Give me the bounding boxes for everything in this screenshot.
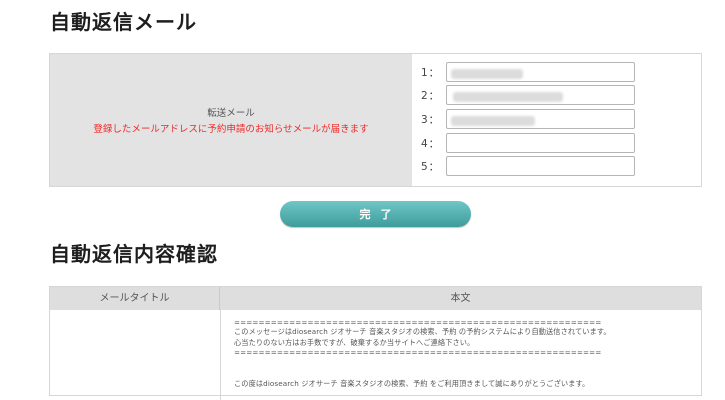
column-divider	[220, 310, 221, 400]
email-field-2[interactable]	[446, 85, 635, 105]
email-field-1[interactable]	[446, 62, 635, 82]
column-header-mail-title: メールタイトル	[50, 287, 220, 310]
forward-mail-row-2: 2：	[413, 85, 701, 107]
section-title: 自動返信内容確認	[50, 242, 218, 266]
redacted-value	[453, 92, 563, 102]
body-line: ========================================…	[234, 318, 602, 327]
forward-mail-note: 登録したメールアドレスに予約申請のお知らせメールが届きます	[93, 124, 369, 135]
forward-mail-label: 転送メール	[207, 108, 255, 119]
forward-mail-row-5: 5：	[413, 156, 701, 178]
body-line: このメッセージはdiosearch ジオサーチ 音楽スタジオの検索、予約 の予約…	[234, 327, 611, 336]
forward-mail-row-3: 3：	[413, 109, 701, 131]
body-line: 心当たりのない方はお手数ですが、破棄するか当サイトへご連絡下さい。	[234, 338, 475, 347]
row-number: 4：	[421, 138, 441, 150]
row-number: 2：	[421, 90, 441, 102]
row-number: 5：	[421, 161, 441, 173]
email-field-5[interactable]	[446, 156, 635, 176]
forward-mail-row-4: 4：	[413, 133, 701, 155]
row-number: 1：	[421, 67, 441, 79]
redacted-value	[451, 69, 523, 79]
reply-content-table: メールタイトル 本文 =============================…	[49, 286, 702, 400]
forward-mail-inputs: 1： 2： 3： 4： 5：	[413, 54, 701, 186]
forward-mail-section: 転送メール 登録したメールアドレスに予約申請のお知らせメールが届きます 1： 2…	[49, 53, 702, 187]
forward-mail-row-1: 1：	[413, 62, 701, 84]
body-line: ========================================…	[234, 348, 602, 357]
column-header-body: 本文	[220, 287, 701, 310]
email-field-3[interactable]	[446, 109, 635, 129]
page-title: 自動返信メール	[50, 10, 197, 34]
row-number: 3：	[421, 114, 441, 126]
email-field-4[interactable]	[446, 133, 635, 153]
done-button[interactable]: 完了	[280, 201, 471, 227]
redacted-value	[451, 116, 535, 126]
forward-mail-label-cell: 転送メール 登録したメールアドレスに予約申請のお知らせメールが届きます	[50, 54, 412, 186]
